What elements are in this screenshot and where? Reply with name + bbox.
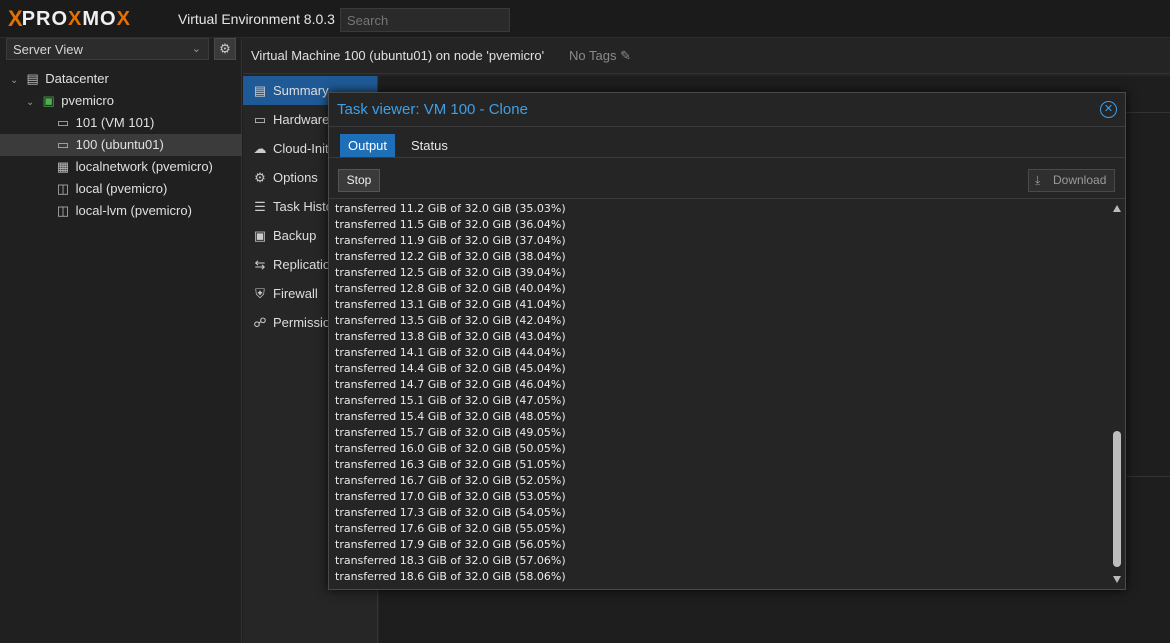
network-grid-icon: ▦ bbox=[56, 159, 70, 174]
log-line: transferred 16.3 GiB of 32.0 GiB (51.05%… bbox=[335, 458, 566, 471]
shield-icon: ⛨ bbox=[255, 286, 265, 301]
close-icon[interactable]: ✕ bbox=[1100, 101, 1117, 118]
log-line: transferred 18.6 GiB of 32.0 GiB (58.06%… bbox=[335, 570, 566, 583]
node-icon: ▣ bbox=[42, 93, 55, 108]
download-icon: ⤓ bbox=[1035, 173, 1041, 187]
log-line: transferred 14.7 GiB of 32.0 GiB (46.04%… bbox=[335, 378, 566, 391]
log-line: transferred 11.9 GiB of 32.0 GiB (37.04%… bbox=[335, 234, 566, 247]
log-line: transferred 15.4 GiB of 32.0 GiB (48.05%… bbox=[335, 410, 566, 423]
tree-item-vm-101[interactable]: ▭ 101 (VM 101) bbox=[0, 112, 242, 134]
cloud-icon: ☁ bbox=[253, 141, 267, 156]
tags-edit[interactable]: No Tags ✎ bbox=[569, 48, 631, 64]
log-line: transferred 11.5 GiB of 32.0 GiB (36.04%… bbox=[335, 218, 566, 231]
log-line: transferred 13.8 GiB of 32.0 GiB (43.04%… bbox=[335, 330, 566, 343]
tree-item-local-lvm[interactable]: ◫ local-lvm (pvemicro) bbox=[0, 200, 242, 222]
dialog-header: Task viewer: VM 100 - Clone ✕ bbox=[329, 93, 1125, 127]
tree-item-label: pvemicro bbox=[61, 93, 114, 108]
stop-button[interactable]: Stop bbox=[338, 169, 380, 192]
download-button[interactable]: ⤓ Download bbox=[1028, 169, 1115, 192]
product-version: Virtual Environment 8.0.3 bbox=[178, 11, 335, 27]
log-line: transferred 15.1 GiB of 32.0 GiB (47.05%… bbox=[335, 394, 566, 407]
log-line: transferred 17.0 GiB of 32.0 GiB (53.05%… bbox=[335, 490, 566, 503]
nav-label: Options bbox=[273, 170, 318, 185]
resource-tree: ⌄ ▤ Datacenter ⌄ ▣ pvemicro ▭ 101 (VM 10… bbox=[0, 68, 242, 222]
pencil-icon: ✎ bbox=[620, 48, 631, 63]
tree-item-vm-100[interactable]: ▭ 100 (ubuntu01) bbox=[0, 134, 242, 156]
tags-label: No Tags bbox=[569, 48, 617, 63]
log-scrollbar[interactable] bbox=[1111, 201, 1123, 587]
log-line: transferred 13.5 GiB of 32.0 GiB (42.04%… bbox=[335, 314, 566, 327]
log-line: transferred 16.7 GiB of 32.0 GiB (52.05%… bbox=[335, 474, 566, 487]
logo-x-mark: X bbox=[8, 6, 23, 31]
nav-label: Summary bbox=[273, 83, 329, 98]
nav-label: Backup bbox=[273, 228, 317, 243]
log-line: transferred 12.8 GiB of 32.0 GiB (40.04%… bbox=[335, 282, 566, 295]
tree-item-label: 101 (VM 101) bbox=[75, 115, 155, 130]
log-line: transferred 17.3 GiB of 32.0 GiB (54.05%… bbox=[335, 506, 566, 519]
log-line: transferred 17.9 GiB of 32.0 GiB (56.05%… bbox=[335, 538, 566, 551]
content-header: Virtual Machine 100 (ubuntu01) on node '… bbox=[243, 38, 1170, 74]
tree-item-label: 100 (ubuntu01) bbox=[75, 137, 164, 152]
log-line: transferred 12.2 GiB of 32.0 GiB (38.04%… bbox=[335, 250, 566, 263]
gear-icon: ⚙ bbox=[254, 170, 266, 185]
gear-icon[interactable]: ⚙ bbox=[214, 38, 236, 60]
tree-item-datacenter[interactable]: ⌄ ▤ Datacenter bbox=[0, 68, 242, 90]
chevron-down-icon: ⌄ bbox=[191, 43, 201, 55]
nav-label: Cloud-Init bbox=[273, 141, 329, 156]
tab-output[interactable]: Output bbox=[340, 134, 396, 157]
storage-icon: ◫ bbox=[56, 203, 70, 218]
dialog-title: Task viewer: VM 100 - Clone bbox=[337, 101, 528, 118]
log-line: transferred 13.1 GiB of 32.0 GiB (41.04%… bbox=[335, 298, 566, 311]
nav-label: Firewall bbox=[273, 286, 318, 301]
collapse-icon[interactable]: ⌄ bbox=[10, 70, 20, 92]
log-line: transferred 16.0 GiB of 32.0 GiB (50.05%… bbox=[335, 442, 566, 455]
log-line: transferred 15.7 GiB of 32.0 GiB (49.05%… bbox=[335, 426, 566, 439]
unlock-icon: ☍ bbox=[253, 315, 267, 330]
list-icon: ☰ bbox=[254, 199, 266, 214]
server-rack-icon: ▤ bbox=[26, 71, 39, 86]
log-line: transferred 11.2 GiB of 32.0 GiB (35.03%… bbox=[335, 202, 566, 215]
tab-status[interactable]: Status bbox=[403, 134, 456, 157]
nav-label: Hardware bbox=[273, 112, 330, 127]
top-header: X PROXMOX Virtual Environment 8.0.3 bbox=[0, 0, 1170, 38]
tree-item-label: local-lvm (pvemicro) bbox=[75, 203, 192, 218]
vm-icon: ▭ bbox=[56, 115, 70, 130]
tree-item-localnetwork[interactable]: ▦ localnetwork (pvemicro) bbox=[0, 156, 242, 178]
proxmox-logo[interactable]: X PROXMOX bbox=[8, 6, 131, 31]
task-viewer-dialog: Task viewer: VM 100 - Clone ✕ Output Sta… bbox=[328, 92, 1126, 590]
log-line: transferred 12.5 GiB of 32.0 GiB (39.04%… bbox=[335, 266, 566, 279]
storage-icon: ◫ bbox=[56, 181, 70, 196]
dialog-tabs: Output Status bbox=[329, 128, 1125, 158]
monitor-icon: ▭ bbox=[253, 112, 267, 127]
log-line: transferred 14.1 GiB of 32.0 GiB (44.04%… bbox=[335, 346, 566, 359]
logo-wordmark: PROXMOX bbox=[21, 7, 131, 30]
tree-item-local[interactable]: ◫ local (pvemicro) bbox=[0, 178, 242, 200]
resource-tree-panel: Server View ⌄ ⚙ ⌄ ▤ Datacenter ⌄ ▣ pvemi… bbox=[0, 38, 242, 643]
vm-icon: ▭ bbox=[56, 137, 70, 152]
tree-item-label: localnetwork (pvemicro) bbox=[75, 159, 213, 174]
retweet-icon: ⇆ bbox=[254, 257, 266, 272]
collapse-icon[interactable]: ⌄ bbox=[26, 92, 36, 114]
server-view-label: Server View bbox=[13, 42, 83, 57]
task-output-log[interactable]: transferred 11.2 GiB of 32.0 GiB (35.03%… bbox=[331, 201, 1111, 587]
log-line: transferred 18.3 GiB of 32.0 GiB (57.06%… bbox=[335, 554, 566, 567]
save-icon: ▣ bbox=[253, 228, 267, 243]
search-input[interactable] bbox=[340, 8, 510, 32]
scroll-thumb[interactable] bbox=[1113, 431, 1121, 567]
scroll-up-icon[interactable] bbox=[1113, 205, 1121, 212]
book-icon: ▤ bbox=[253, 83, 267, 98]
log-line: transferred 14.4 GiB of 32.0 GiB (45.04%… bbox=[335, 362, 566, 375]
log-line: transferred 17.6 GiB of 32.0 GiB (55.05%… bbox=[335, 522, 566, 535]
download-label: Download bbox=[1053, 173, 1107, 187]
scroll-down-icon[interactable] bbox=[1113, 576, 1121, 583]
dialog-toolbar: Stop ⤓ Download bbox=[329, 159, 1125, 199]
tree-item-label: local (pvemicro) bbox=[75, 181, 168, 196]
tree-item-label: Datacenter bbox=[45, 71, 109, 86]
tree-item-pvemicro[interactable]: ⌄ ▣ pvemicro bbox=[0, 90, 242, 112]
page-title: Virtual Machine 100 (ubuntu01) on node '… bbox=[251, 48, 545, 63]
server-view-select[interactable]: Server View ⌄ bbox=[6, 38, 209, 60]
